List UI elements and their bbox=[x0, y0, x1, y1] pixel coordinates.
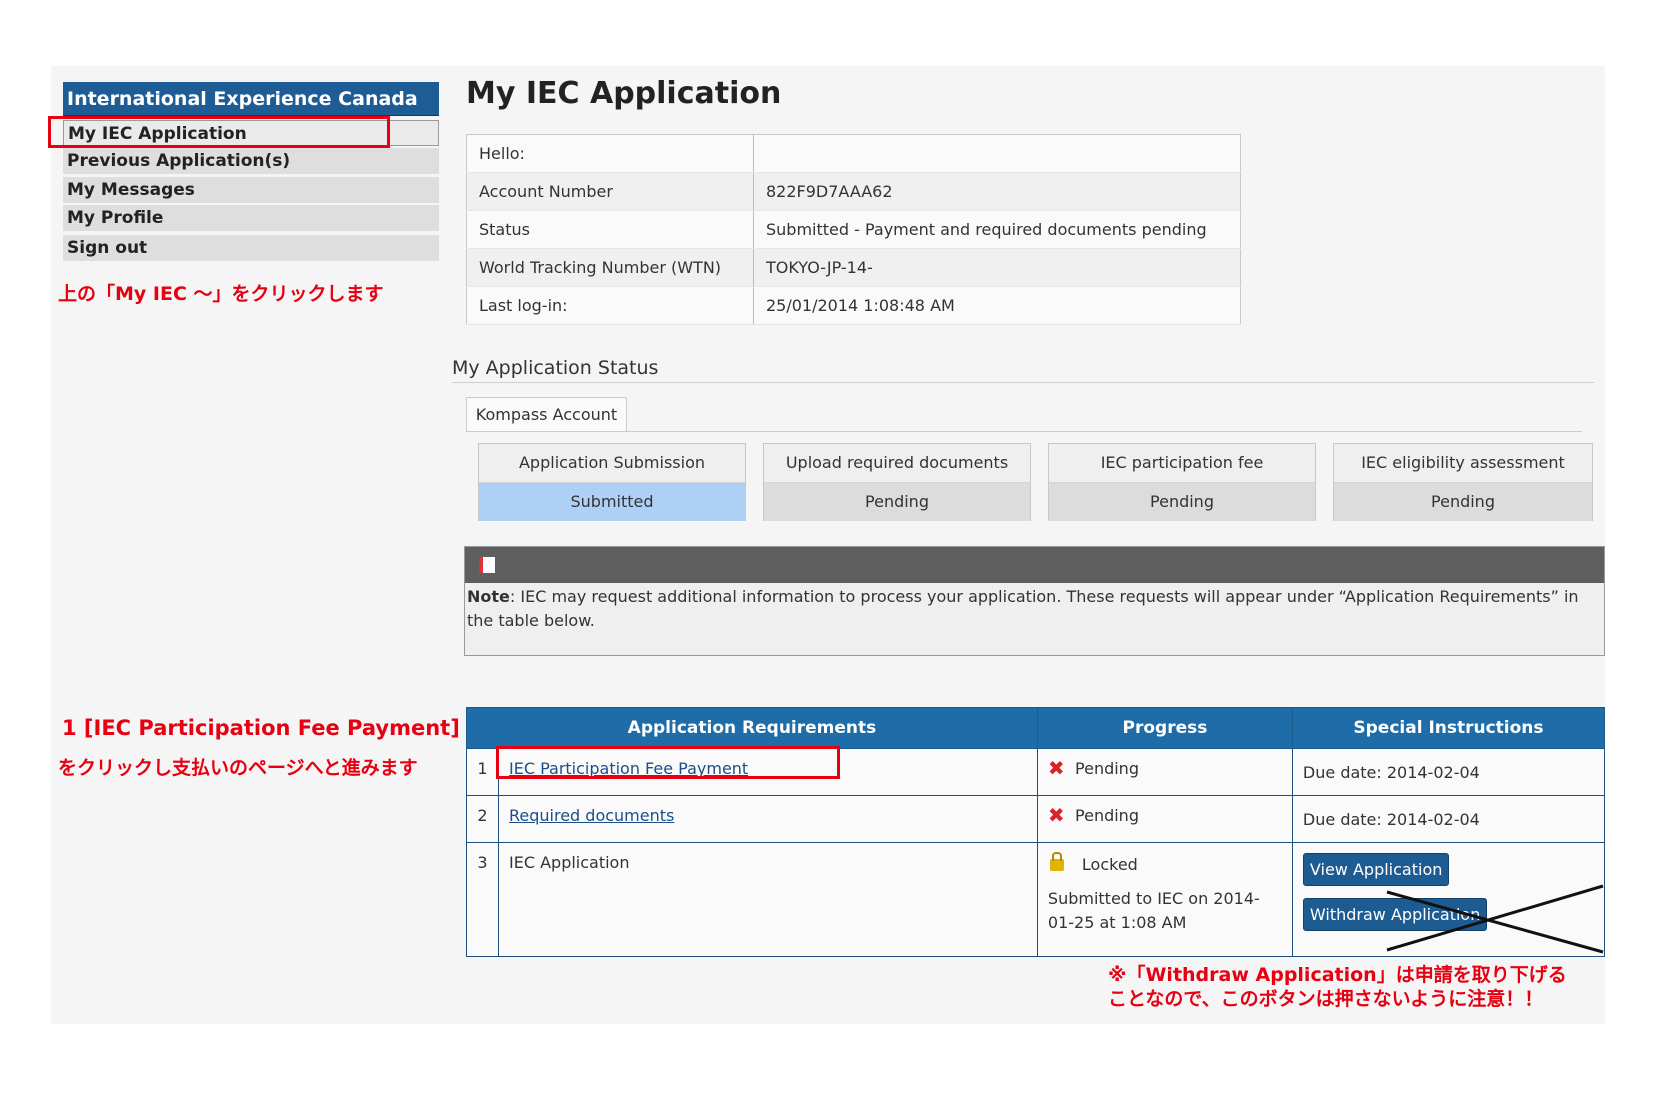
sidebar-title: International Experience Canada bbox=[63, 82, 439, 116]
header-special-instructions: Special Instructions bbox=[1291, 707, 1606, 749]
step-title: Application Submission bbox=[479, 444, 745, 483]
application-status-title: My Application Status bbox=[452, 357, 659, 379]
cross-line-2 bbox=[1386, 884, 1604, 952]
view-application-button[interactable]: View Application bbox=[1302, 853, 1450, 886]
requirements-header-row: Application Requirements Progress Specia… bbox=[466, 707, 1606, 749]
progress-text: Locked bbox=[1081, 855, 1138, 874]
fee-hint-line2: をクリックし支払いのページへと進みます bbox=[58, 757, 418, 779]
tab-divider bbox=[466, 431, 1582, 432]
sidebar-item-previous-applications[interactable]: Previous Application(s) bbox=[63, 148, 439, 174]
cross-icon: ✖ bbox=[1047, 756, 1065, 780]
info-key: Last log-in: bbox=[466, 286, 754, 325]
step-title: IEC eligibility assessment bbox=[1334, 444, 1592, 483]
sidebar-item-my-messages[interactable]: My Messages bbox=[63, 177, 439, 203]
note-box: Note: IEC may request additional informa… bbox=[464, 546, 1605, 656]
account-info-table: Hello: Account Number 822F9D7AAA62 Status… bbox=[466, 134, 1241, 325]
note-body: : IEC may request additional information… bbox=[467, 587, 1579, 630]
submitted-note: Submitted to IEC on 2014-01-25 at 1:08 A… bbox=[1047, 889, 1260, 932]
info-value: 822F9D7AAA62 bbox=[753, 172, 1241, 211]
section-divider bbox=[452, 382, 1594, 383]
fee-hint-line1: 1 [IEC Participation Fee Payment] bbox=[62, 716, 460, 740]
row-number: 1 bbox=[466, 748, 499, 796]
note-header-bar bbox=[465, 547, 1604, 583]
info-row-account-number: Account Number 822F9D7AAA62 bbox=[466, 172, 1241, 211]
step-application-submission: Application Submission Submitted bbox=[478, 443, 746, 521]
row-number: 2 bbox=[466, 795, 499, 843]
link-required-documents[interactable]: Required documents bbox=[509, 806, 674, 825]
step-title: Upload required documents bbox=[764, 444, 1030, 483]
cross-line-1 bbox=[1386, 890, 1604, 954]
header-requirements: Application Requirements bbox=[466, 707, 1038, 749]
instructions-text: Due date: 2014-02-04 bbox=[1291, 795, 1606, 843]
page-title: My IEC Application bbox=[466, 76, 782, 111]
table-row: 2 Required documents ✖ Pending Due date:… bbox=[466, 795, 1606, 843]
info-value bbox=[753, 134, 1241, 173]
highlight-fee-payment-link bbox=[496, 746, 840, 779]
sidebar-item-my-profile[interactable]: My Profile bbox=[63, 205, 439, 231]
info-value: Submitted - Payment and required documen… bbox=[753, 210, 1241, 249]
progress-text: Pending bbox=[1075, 806, 1139, 825]
info-row-wtn: World Tracking Number (WTN) TOKYO-JP-14- bbox=[466, 248, 1241, 287]
info-key: Account Number bbox=[466, 172, 754, 211]
requirement-name: IEC Application bbox=[498, 842, 1038, 957]
step-status: Submitted bbox=[479, 483, 745, 521]
sidebar-item-sign-out[interactable]: Sign out bbox=[63, 235, 439, 261]
progress-text: Pending bbox=[1075, 759, 1139, 778]
highlight-my-iec-application bbox=[48, 116, 390, 148]
note-label: Note bbox=[467, 587, 510, 606]
withdraw-warning-line1: ※「Withdraw Application」は申請を取り下げる bbox=[1108, 964, 1567, 986]
info-value: 25/01/2014 1:08:48 AM bbox=[753, 286, 1241, 325]
note-text: Note: IEC may request additional informa… bbox=[465, 583, 1604, 633]
lock-icon bbox=[1049, 852, 1064, 871]
step-participation-fee: IEC participation fee Pending bbox=[1048, 443, 1316, 521]
step-eligibility-assessment: IEC eligibility assessment Pending bbox=[1333, 443, 1593, 521]
info-key: Status bbox=[466, 210, 754, 249]
step-title: IEC participation fee bbox=[1049, 444, 1315, 483]
step-upload-documents: Upload required documents Pending bbox=[763, 443, 1031, 521]
cross-icon: ✖ bbox=[1047, 803, 1065, 827]
sidebar-hint-annotation: 上の「My IEC ～」をクリックします bbox=[58, 283, 384, 305]
info-row-status: Status Submitted - Payment and required d… bbox=[466, 210, 1241, 249]
info-row-hello: Hello: bbox=[466, 134, 1241, 173]
book-icon bbox=[479, 557, 495, 573]
instructions-text: Due date: 2014-02-04 bbox=[1291, 748, 1606, 796]
info-value: TOKYO-JP-14- bbox=[753, 248, 1241, 287]
cross-out-mark bbox=[1386, 884, 1604, 954]
step-status: Pending bbox=[764, 483, 1030, 521]
withdraw-warning-line2: ことなので、このボタンは押さないように注意！！ bbox=[1108, 988, 1544, 1010]
step-status: Pending bbox=[1334, 483, 1592, 521]
info-row-last-login: Last log-in: 25/01/2014 1:08:48 AM bbox=[466, 286, 1241, 325]
header-progress: Progress bbox=[1036, 707, 1293, 749]
row-number: 3 bbox=[466, 842, 499, 957]
info-key: World Tracking Number (WTN) bbox=[466, 248, 754, 287]
info-key: Hello: bbox=[466, 134, 754, 173]
step-status: Pending bbox=[1049, 483, 1315, 521]
tab-kompass-account[interactable]: Kompass Account bbox=[466, 397, 627, 432]
